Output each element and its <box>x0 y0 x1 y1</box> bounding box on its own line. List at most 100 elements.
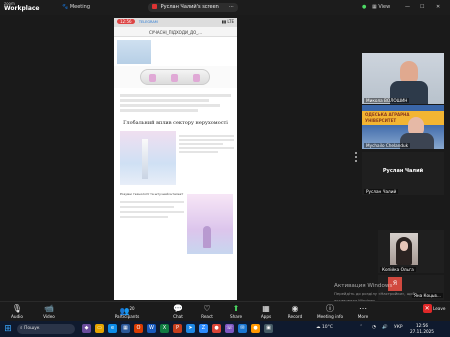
chat-icon: 💬 <box>173 304 183 313</box>
edge-icon[interactable]: e <box>108 324 117 333</box>
phone-time: 12:56 <box>117 19 135 24</box>
tray-arrow-icon[interactable]: ˄ <box>360 325 362 330</box>
participants-count: 20 <box>129 306 135 311</box>
more-icon: ⋯ <box>359 304 367 313</box>
view-button[interactable]: ▦ View <box>372 4 390 10</box>
tower-image <box>117 40 151 64</box>
section2-heading: Розумні технології та штучний інтелект <box>120 192 184 196</box>
share-banner-text: Руслан Чалий's screen <box>160 4 219 10</box>
info-icon: ⓘ <box>326 304 334 313</box>
participant-name: Руслан Чалий <box>364 189 399 194</box>
folder-icon[interactable]: ▭ <box>95 324 104 333</box>
leave-button[interactable]: ✕ Leave <box>422 303 446 321</box>
chat-label: Chat <box>173 314 183 319</box>
react-button[interactable]: ♡ React <box>195 303 219 321</box>
shield-icon[interactable]: ● <box>362 4 366 10</box>
app-icon[interactable]: ◆ <box>82 324 91 333</box>
meeting-tab[interactable]: 🐾 Meeting <box>62 4 90 10</box>
chrome-icon[interactable]: ● <box>212 324 221 333</box>
participant-name: Копійка Ольга <box>380 267 416 272</box>
doc-text-block <box>114 90 237 116</box>
participant-tile[interactable]: Копійка Ольга <box>378 230 444 273</box>
record-icon: ◉ <box>291 304 299 313</box>
participants-button[interactable]: 👥20 Participants <box>108 303 146 321</box>
taskbar-clock[interactable]: 12:56 27.11.2025 <box>410 323 434 334</box>
options-icon[interactable]: ⋯ <box>229 4 234 10</box>
zoom-taskbar-icon[interactable]: Z <box>199 324 208 333</box>
viber-icon[interactable]: ☏ <box>225 324 234 333</box>
weather-widget[interactable]: ☁ 10°C <box>316 325 333 330</box>
interior-image <box>187 194 233 254</box>
clock-date: 27.11.2025 <box>410 328 434 334</box>
telegram-icon[interactable]: ➤ <box>186 324 195 333</box>
heart-icon: ♡ <box>203 304 211 313</box>
pod-image <box>140 69 210 85</box>
participant-name: Микола ВОЛОШИН <box>364 98 410 103</box>
view-label: View <box>378 4 391 10</box>
share-icon: ⬆ <box>232 304 240 313</box>
more-button[interactable]: ⋯ More <box>351 303 375 321</box>
panel-resize-handle[interactable] <box>355 152 357 164</box>
grid-icon: ▦ <box>372 4 377 10</box>
store-icon[interactable]: ▦ <box>121 324 130 333</box>
page-3-text <box>179 133 234 155</box>
share-indicator-icon <box>152 4 157 9</box>
page-4-text <box>120 198 184 221</box>
audio-button[interactable]: 🎙 Audio <box>5 303 29 321</box>
react-label: React <box>201 314 213 319</box>
phone-status-bar: 12:56 TELEGRAM ▮▮ LTE <box>114 18 237 27</box>
leave-icon: ✕ <box>422 304 432 313</box>
search-label: Пошук <box>23 326 40 331</box>
office-icon[interactable]: O <box>134 324 143 333</box>
audio-label: Audio <box>11 314 23 319</box>
messenger-icon[interactable]: ✉ <box>238 324 247 333</box>
share-label: Share <box>229 314 243 319</box>
participant-tile[interactable]: Микола ВОЛОШИН <box>362 53 444 104</box>
windows-start-icon[interactable]: ⊞ <box>3 324 13 334</box>
taskbar-search[interactable]: ⌕ Пошук <box>17 324 75 334</box>
firefox-icon[interactable]: ● <box>251 324 260 333</box>
close-button[interactable]: ✕ <box>436 4 440 10</box>
video-button[interactable]: 📹 Video <box>37 303 61 321</box>
document-title: СУЧАСНІ_ПІДХОДИ_ДО_... <box>114 27 237 37</box>
app-icon[interactable]: ▣ <box>264 324 273 333</box>
maximize-button[interactable]: ☐ <box>420 4 424 10</box>
network-icon[interactable]: ◔ <box>372 325 376 330</box>
activate-title: Активация Windows <box>334 283 393 289</box>
apps-icon: ▦ <box>262 304 270 313</box>
title-bar: zoom Workplace 🐾 Meeting Руслан Чалий's … <box>0 0 450 15</box>
zoom-brand: Workplace <box>4 5 40 12</box>
share-screen-pill[interactable]: Руслан Чалий's screen ⋯ <box>148 3 238 12</box>
more-label: More <box>357 314 369 319</box>
zoom-logo: zoom Workplace <box>4 1 40 12</box>
chat-button[interactable]: 💬 Chat <box>166 303 190 321</box>
meeting-label: Meeting <box>69 4 90 10</box>
camera-icon: 📹 <box>44 304 54 313</box>
apps-button[interactable]: ▦ Apps <box>254 303 278 321</box>
apps-label: Apps <box>260 314 272 319</box>
meeting-info-label: Meeting info <box>316 314 344 319</box>
signal-icon: ▮▮ LTE <box>221 19 234 24</box>
meeting-info-button[interactable]: ⓘ Meeting info <box>313 303 347 321</box>
language-indicator[interactable]: УКР <box>394 325 403 330</box>
participants-icon: 👥20 <box>119 306 135 316</box>
word-icon[interactable]: W <box>147 324 156 333</box>
participants-label: Participants <box>114 314 140 319</box>
minimize-button[interactable]: — <box>405 4 410 10</box>
excel-icon[interactable]: X <box>160 324 169 333</box>
record-button[interactable]: ◉ Record <box>283 303 307 321</box>
doc-page-2 <box>114 66 237 88</box>
share-button[interactable]: ⬆ Share <box>224 303 248 321</box>
participant-tile[interactable]: Руслан Чалий Руслан Чалий <box>362 152 444 195</box>
weather-temp: 10°C <box>321 325 334 330</box>
participant-tile[interactable]: ОДЕСЬКА АГРАРНА УНІВЕРСИТЕТ Mychailo Che… <box>362 105 444 149</box>
doc-page-4: Розумні технології та штучний інтелект <box>114 190 237 256</box>
weather-icon: ☁ <box>316 325 321 330</box>
participant-photo <box>390 233 418 265</box>
volume-icon[interactable]: 🔊 <box>382 325 388 330</box>
paw-icon: 🐾 <box>62 4 69 10</box>
powerpoint-icon[interactable]: P <box>173 324 182 333</box>
search-icon: ⌕ <box>20 326 23 331</box>
microphone-icon: 🎙 <box>11 304 23 313</box>
university-banner: ОДЕСЬКА АГРАРНА УНІВЕРСИТЕТ <box>362 111 444 125</box>
